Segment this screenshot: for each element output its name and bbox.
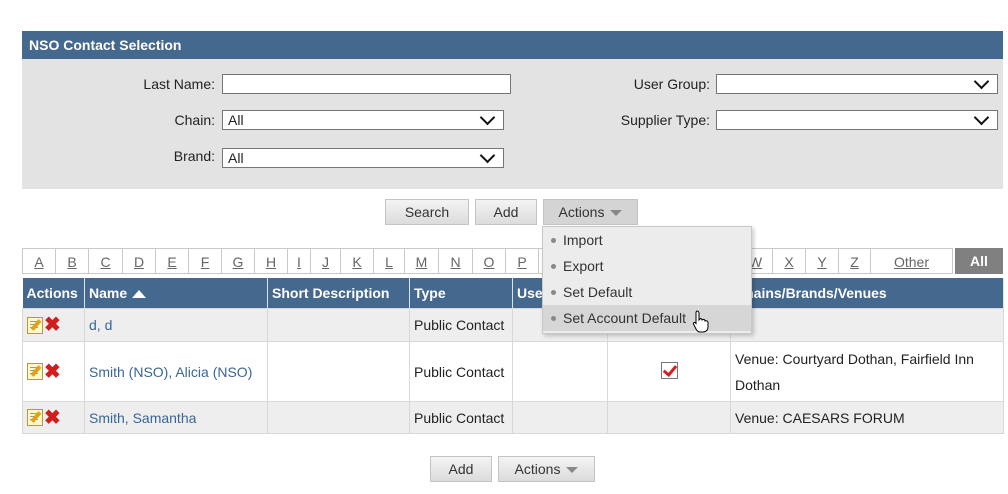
checkbox-checked-icon[interactable] — [660, 361, 678, 379]
letter-z[interactable]: Z — [838, 248, 870, 274]
chain-select[interactable]: All — [222, 109, 504, 130]
header-chains-brands-venues: Chains/Brands/Venues — [730, 278, 1004, 309]
menu-item-export[interactable]: Export — [543, 253, 751, 279]
panel-title: NSO Contact Selection — [22, 31, 1003, 59]
short-description-cell — [267, 308, 410, 342]
footer-actions-label: Actions — [514, 461, 561, 477]
edit-icon[interactable] — [27, 409, 43, 427]
letter-x[interactable]: X — [772, 248, 805, 274]
brand-label: Brand: — [173, 148, 215, 164]
search-button[interactable]: Search — [385, 199, 469, 225]
table-row: ✖ d, d Public Contact — [22, 308, 1004, 342]
chevron-down-icon — [479, 109, 496, 126]
header-actions: Actions — [22, 278, 85, 309]
table-row: ✖ Smith (NSO), Alicia (NSO) Public Conta… — [22, 341, 1004, 402]
default-cell — [607, 341, 731, 402]
alphabet-filter: A B C D E F G H I J K L M N O P W X Y Z … — [22, 248, 1003, 274]
type-cell: Public Contact — [409, 341, 513, 402]
letter-b[interactable]: B — [55, 248, 88, 274]
letter-h[interactable]: H — [254, 248, 287, 274]
short-description-cell — [267, 341, 410, 402]
row-actions: ✖ — [22, 401, 85, 434]
type-cell: Public Contact — [409, 308, 513, 342]
add-button[interactable]: Add — [475, 199, 537, 225]
actions-dropdown-menu: Import Export Set Default Set Account De… — [542, 226, 752, 334]
letter-m[interactable]: M — [404, 248, 438, 274]
sort-ascending-icon — [132, 290, 147, 298]
chain-select-value: All — [228, 112, 244, 128]
letter-a[interactable]: A — [22, 248, 55, 274]
letter-o[interactable]: O — [472, 248, 505, 274]
delete-icon[interactable]: ✖ — [44, 362, 61, 382]
menu-item-set-account-default[interactable]: Set Account Default — [543, 305, 751, 331]
letter-other[interactable]: Other — [870, 248, 953, 274]
venues-cell: Venue: Courtyard Dothan, Fairfield Inn D… — [730, 341, 1004, 402]
brand-select[interactable]: All — [222, 147, 504, 168]
letter-e[interactable]: E — [155, 248, 188, 274]
venues-cell — [730, 308, 1004, 342]
delete-icon[interactable]: ✖ — [44, 408, 61, 428]
header-name[interactable]: Name — [84, 278, 268, 309]
letter-j[interactable]: J — [310, 248, 340, 274]
type-cell: Public Contact — [409, 401, 513, 434]
chevron-down-icon — [479, 147, 496, 164]
chevron-down-icon — [973, 73, 990, 90]
letter-f[interactable]: F — [188, 248, 221, 274]
row-actions: ✖ — [22, 308, 85, 342]
footer-actions-button[interactable]: Actions — [498, 456, 595, 482]
table-row: ✖ Smith, Samantha Public Contact Venue: … — [22, 401, 1004, 434]
letter-p[interactable]: P — [505, 248, 538, 274]
actions-button-label: Actions — [558, 204, 605, 220]
letter-g[interactable]: G — [221, 248, 254, 274]
letter-c[interactable]: C — [88, 248, 122, 274]
default-cell — [607, 401, 731, 434]
contacts-table: Actions Name Short Description Type Use … — [22, 278, 1004, 434]
venues-cell: Venue: CAESARS FORUM — [730, 401, 1004, 434]
letter-k[interactable]: K — [340, 248, 373, 274]
last-name-label: Last Name: — [143, 76, 215, 92]
header-short-description: Short Description — [267, 278, 410, 309]
contact-selection-panel: NSO Contact Selection Last Name: Chain: … — [22, 31, 1003, 189]
letter-l[interactable]: L — [373, 248, 404, 274]
supplier-type-select[interactable] — [716, 109, 998, 130]
header-name-label: Name — [89, 285, 128, 301]
contact-name-link[interactable]: Smith (NSO), Alicia (NSO) — [89, 364, 252, 380]
letter-n[interactable]: N — [438, 248, 472, 274]
last-name-input[interactable] — [222, 74, 511, 94]
user-cell — [512, 401, 608, 434]
supplier-type-label: Supplier Type: — [620, 112, 710, 128]
caret-down-icon — [610, 210, 623, 216]
contact-name-link[interactable]: Smith, Samantha — [89, 410, 196, 426]
user-group-label: User Group: — [633, 76, 710, 92]
contact-name-link[interactable]: d, d — [89, 317, 112, 333]
footer-add-button[interactable]: Add — [430, 456, 492, 482]
row-actions: ✖ — [22, 341, 85, 402]
hand-cursor-icon — [692, 310, 709, 333]
edit-icon[interactable] — [27, 363, 43, 381]
header-type: Type — [409, 278, 513, 309]
letter-d[interactable]: D — [122, 248, 155, 274]
letter-y[interactable]: Y — [805, 248, 838, 274]
user-group-select[interactable] — [716, 73, 998, 94]
user-cell — [512, 341, 608, 402]
letter-all[interactable]: All — [955, 248, 1003, 274]
actions-button[interactable]: Actions — [543, 199, 638, 225]
table-header-row: Actions Name Short Description Type Use … — [22, 278, 1004, 309]
delete-icon[interactable]: ✖ — [44, 315, 61, 335]
menu-item-import[interactable]: Import — [543, 227, 751, 253]
brand-select-value: All — [228, 150, 244, 166]
short-description-cell — [267, 401, 410, 434]
edit-icon[interactable] — [27, 316, 43, 334]
chevron-down-icon — [973, 109, 990, 126]
caret-down-icon — [566, 467, 579, 473]
menu-item-set-default[interactable]: Set Default — [543, 279, 751, 305]
chain-label: Chain: — [174, 112, 215, 128]
letter-i[interactable]: I — [287, 248, 310, 274]
